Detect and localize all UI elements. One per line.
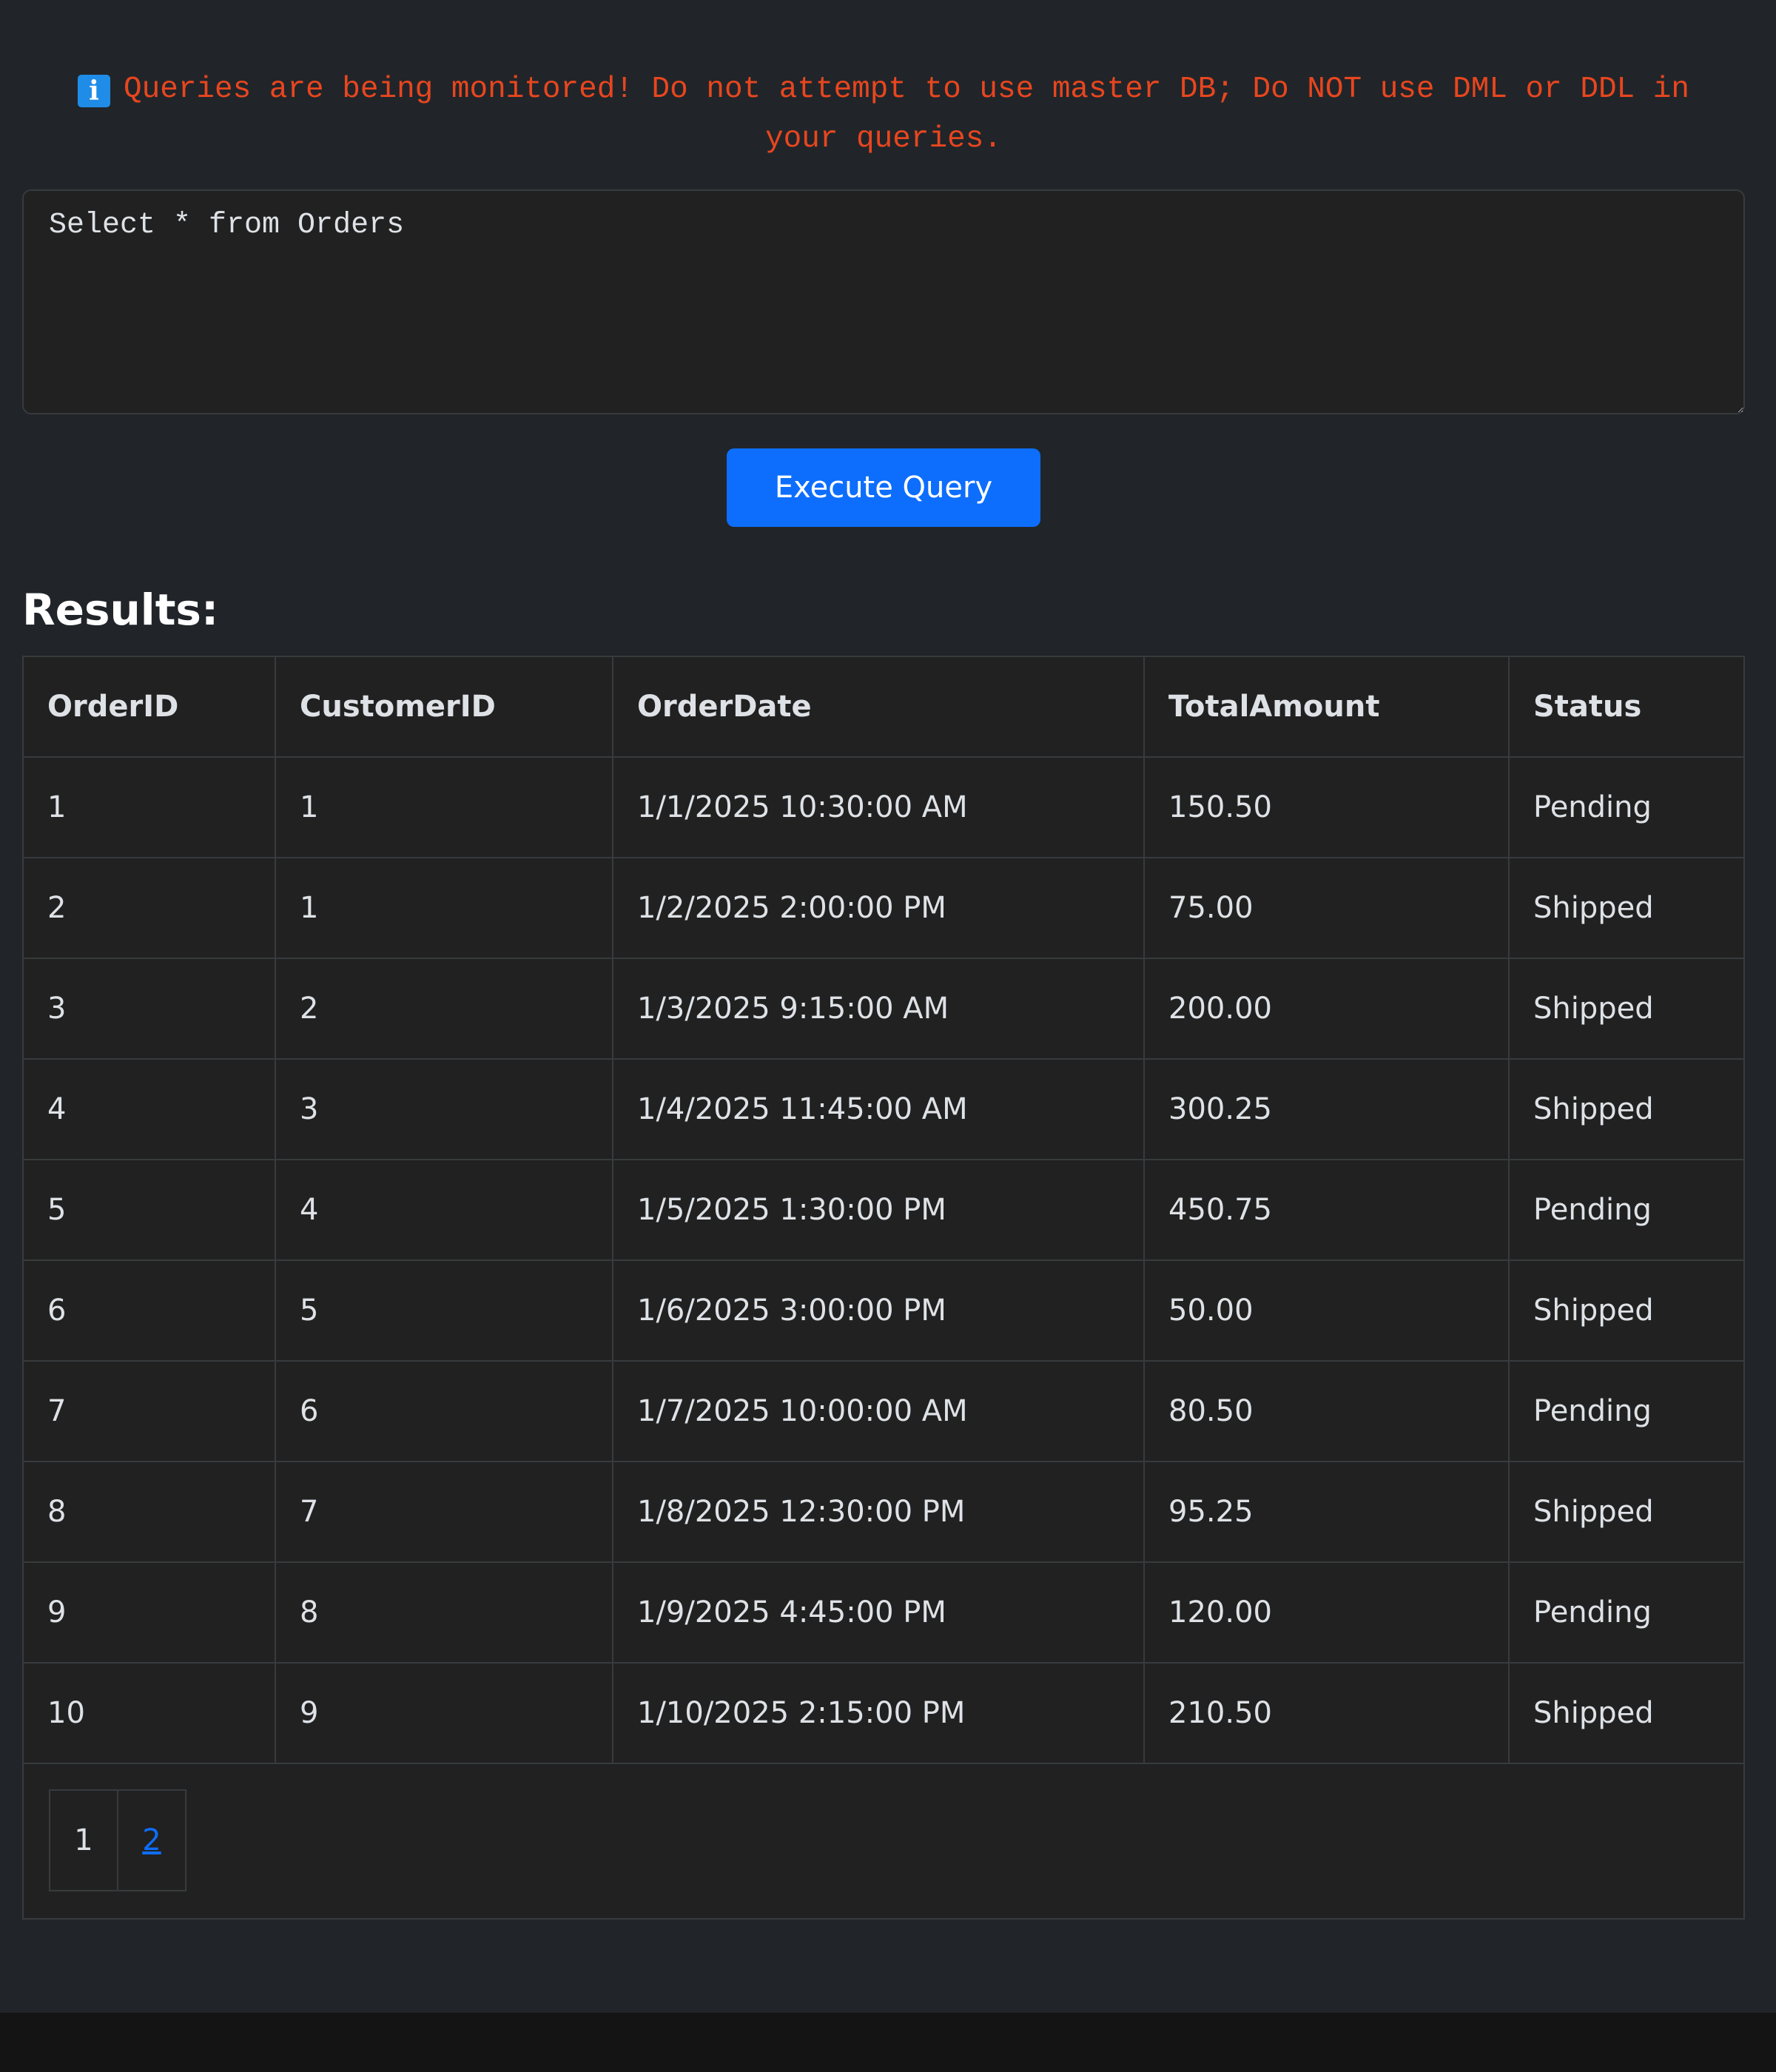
column-header-customerid: CustomerID <box>275 657 613 758</box>
cell-totalamount: 150.50 <box>1143 756 1510 858</box>
cell-status: Shipped <box>1508 857 1743 959</box>
cell-orderid: 2 <box>24 857 276 959</box>
cell-status: Shipped <box>1508 1662 1743 1764</box>
cell-orderid: 6 <box>24 1259 276 1362</box>
cell-orderdate: 1/3/2025 9:15:00 AM <box>612 958 1145 1060</box>
cell-orderdate: 1/7/2025 10:00:00 AM <box>612 1360 1145 1462</box>
table-row: 6 5 1/6/2025 3:00:00 PM 50.00 Shipped <box>24 1259 1743 1362</box>
cell-customerid: 1 <box>275 756 613 858</box>
execute-query-button[interactable]: Execute Query <box>727 448 1040 527</box>
column-header-orderdate: OrderDate <box>612 657 1145 758</box>
table-row: 7 6 1/7/2025 10:00:00 AM 80.50 Pending <box>24 1360 1743 1462</box>
cell-orderid: 5 <box>24 1159 276 1261</box>
cell-orderdate: 1/8/2025 12:30:00 PM <box>612 1461 1145 1563</box>
button-row: Execute Query <box>22 448 1745 527</box>
table-row: 1 1 1/1/2025 10:30:00 AM 150.50 Pending <box>24 756 1743 858</box>
cell-status: Shipped <box>1508 1259 1743 1362</box>
cell-orderdate: 1/1/2025 10:30:00 AM <box>612 756 1145 858</box>
cell-orderid: 1 <box>24 756 276 858</box>
cell-orderdate: 1/4/2025 11:45:00 AM <box>612 1058 1145 1160</box>
query-input[interactable]: Select * from Orders <box>22 189 1745 414</box>
cell-totalamount: 95.25 <box>1143 1461 1510 1563</box>
table-row: 4 3 1/4/2025 11:45:00 AM 300.25 Shipped <box>24 1058 1743 1160</box>
cell-orderdate: 1/6/2025 3:00:00 PM <box>612 1259 1145 1362</box>
results-panel: OrderID CustomerID OrderDate TotalAmount… <box>22 656 1745 1920</box>
cell-orderdate: 1/10/2025 2:15:00 PM <box>612 1662 1145 1764</box>
cell-totalamount: 80.50 <box>1143 1360 1510 1462</box>
query-console: i Queries are being monitored! Do not att… <box>22 0 1745 1920</box>
cell-customerid: 3 <box>275 1058 613 1160</box>
cell-customerid: 8 <box>275 1561 613 1664</box>
table-row: 8 7 1/8/2025 12:30:00 PM 95.25 Shipped <box>24 1461 1743 1563</box>
cell-status: Shipped <box>1508 1058 1743 1160</box>
cell-status: Pending <box>1508 756 1743 858</box>
cell-status: Shipped <box>1508 1461 1743 1563</box>
cell-status: Shipped <box>1508 958 1743 1060</box>
cell-orderid: 7 <box>24 1360 276 1462</box>
table-header-row: OrderID CustomerID OrderDate TotalAmount… <box>24 657 1743 758</box>
cell-orderid: 3 <box>24 958 276 1060</box>
page-link-2[interactable]: 2 <box>117 1791 185 1890</box>
table-row: 2 1 1/2/2025 2:00:00 PM 75.00 Shipped <box>24 857 1743 959</box>
results-heading: Results: <box>22 585 219 635</box>
cell-totalamount: 200.00 <box>1143 958 1510 1060</box>
monitoring-warning: i Queries are being monitored! Do not att… <box>22 65 1745 164</box>
table-row: 9 8 1/9/2025 4:45:00 PM 120.00 Pending <box>24 1561 1743 1664</box>
cell-orderid: 8 <box>24 1461 276 1563</box>
cell-totalamount: 450.75 <box>1143 1159 1510 1261</box>
cell-orderdate: 1/9/2025 4:45:00 PM <box>612 1561 1145 1664</box>
pagination-area: 1 2 <box>24 1764 1743 1918</box>
cell-customerid: 4 <box>275 1159 613 1261</box>
table-row: 5 4 1/5/2025 1:30:00 PM 450.75 Pending <box>24 1159 1743 1261</box>
cell-customerid: 9 <box>275 1662 613 1764</box>
column-header-status: Status <box>1508 657 1743 758</box>
cell-customerid: 7 <box>275 1461 613 1563</box>
column-header-totalamount: TotalAmount <box>1143 657 1510 758</box>
cell-customerid: 5 <box>275 1259 613 1362</box>
cell-status: Pending <box>1508 1159 1743 1261</box>
footer-bar <box>0 2013 1776 2072</box>
cell-customerid: 6 <box>275 1360 613 1462</box>
cell-orderid: 4 <box>24 1058 276 1160</box>
cell-totalamount: 120.00 <box>1143 1561 1510 1664</box>
page-link-2-label[interactable]: 2 <box>142 1823 161 1857</box>
table-body: 1 1 1/1/2025 10:30:00 AM 150.50 Pending 2 1 1/2… <box>24 756 1743 1764</box>
cell-totalamount: 75.00 <box>1143 857 1510 959</box>
cell-customerid: 1 <box>275 857 613 959</box>
cell-orderdate: 1/2/2025 2:00:00 PM <box>612 857 1145 959</box>
results-table: OrderID CustomerID OrderDate TotalAmount… <box>24 657 1743 1764</box>
table-row: 3 2 1/3/2025 9:15:00 AM 200.00 Shipped <box>24 958 1743 1060</box>
cell-status: Pending <box>1508 1360 1743 1462</box>
warning-text: Queries are being monitored! Do not atte… <box>124 73 1689 156</box>
page-current: 1 <box>74 1823 93 1857</box>
cell-orderdate: 1/5/2025 1:30:00 PM <box>612 1159 1145 1261</box>
cell-orderid: 10 <box>24 1662 276 1764</box>
cell-status: Pending <box>1508 1561 1743 1664</box>
column-header-orderid: OrderID <box>24 657 276 758</box>
info-icon: i <box>78 75 111 107</box>
cell-totalamount: 50.00 <box>1143 1259 1510 1362</box>
cell-orderid: 9 <box>24 1561 276 1664</box>
cell-customerid: 2 <box>275 958 613 1060</box>
cell-totalamount: 300.25 <box>1143 1058 1510 1160</box>
table-row: 10 9 1/10/2025 2:15:00 PM 210.50 Shipped <box>24 1662 1743 1764</box>
cell-totalamount: 210.50 <box>1143 1662 1510 1764</box>
pagination: 1 2 <box>49 1789 186 1891</box>
